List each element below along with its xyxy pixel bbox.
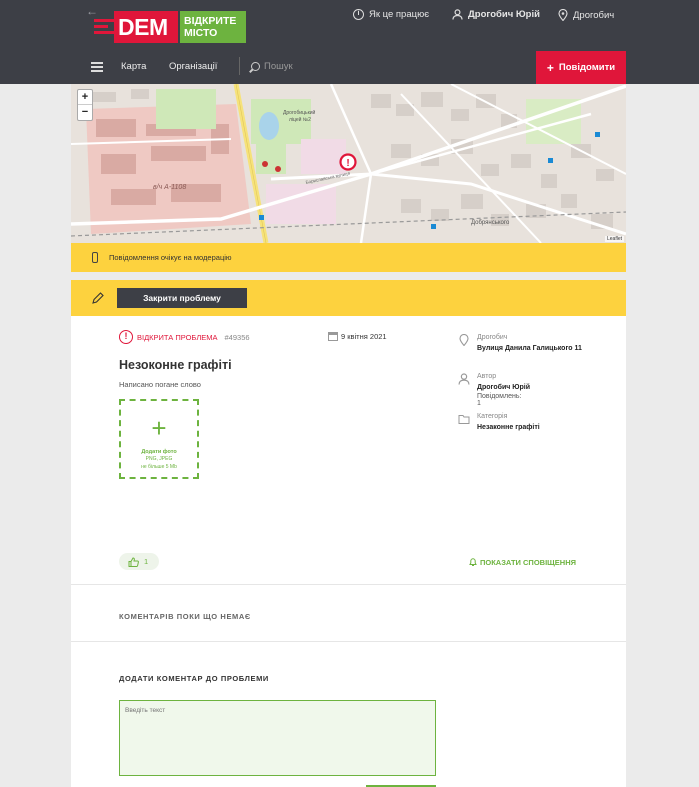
user-name: Дрогобич Юрій bbox=[468, 9, 540, 20]
map-zoom-control: + − bbox=[77, 89, 93, 121]
hamburger-menu-icon[interactable] bbox=[91, 62, 103, 74]
author-value[interactable]: Дрогобич Юрій bbox=[477, 383, 587, 392]
add-photo-label: Додати фото bbox=[141, 449, 177, 455]
moderation-banner: Повідомлення очікує на модерацію bbox=[71, 243, 626, 272]
alert-icon: ! bbox=[119, 330, 133, 344]
how-it-works-label: Як це працює bbox=[369, 9, 430, 20]
calendar-icon bbox=[328, 332, 338, 341]
svg-text:в/ч А-1108: в/ч А-1108 bbox=[153, 184, 186, 191]
city-name: Дрогобич bbox=[573, 9, 615, 21]
author-label: Автор bbox=[477, 373, 497, 380]
photo-formats: PNG, JPEG bbox=[145, 456, 173, 462]
logo-lines-icon bbox=[94, 19, 116, 35]
location-label: Дрогобич bbox=[477, 334, 508, 341]
divider bbox=[71, 584, 626, 585]
user-icon bbox=[452, 9, 463, 20]
edit-bar: Закрити проблему bbox=[71, 280, 626, 316]
location-value: Вулиця Данила Галицького 11 bbox=[477, 345, 582, 352]
logo-text: ВІДКРИТЕ МІСТО bbox=[180, 11, 246, 43]
problem-date: 9 квітня 2021 bbox=[328, 332, 387, 341]
svg-text:Добрянського: Добрянського bbox=[471, 220, 510, 226]
map-attribution[interactable]: Leaflet bbox=[604, 236, 624, 242]
logo-line2: МІСТО bbox=[184, 27, 218, 39]
folder-icon bbox=[458, 415, 470, 424]
thumbs-up-icon bbox=[128, 556, 139, 567]
city-selector[interactable]: Дрогобич bbox=[558, 9, 614, 21]
comment-input[interactable] bbox=[119, 700, 436, 776]
date-value: 9 квітня 2021 bbox=[341, 332, 387, 341]
close-problem-button[interactable]: Закрити проблему bbox=[117, 288, 247, 308]
add-photo-button[interactable]: + Додати фото PNG, JPEG не більше 5 Mb bbox=[119, 399, 199, 479]
problem-card: ! Відкрита проблема #49356 9 квітня 2021… bbox=[71, 316, 626, 787]
hourglass-icon bbox=[92, 252, 98, 263]
problem-map[interactable]: ! в/ч А-1108 Дрогобицький ліцей №2 Добря… bbox=[71, 84, 626, 243]
back-arrow-icon[interactable]: ← bbox=[86, 4, 98, 18]
divider bbox=[71, 641, 626, 642]
show-notifications-label: Показати сповіщення bbox=[480, 557, 577, 567]
problem-title: Незоконне графіті bbox=[119, 358, 232, 372]
pencil-icon bbox=[92, 292, 104, 304]
status-label: Відкрита проблема bbox=[137, 332, 218, 342]
top-header: ← DEM ВІДКРИТЕ МІСТО i Як це працює Дрог… bbox=[0, 0, 699, 84]
category-label: Категорія bbox=[477, 413, 508, 420]
like-count: 1 bbox=[144, 557, 149, 566]
zoom-in-button[interactable]: + bbox=[78, 90, 92, 105]
plus-icon: + bbox=[546, 60, 554, 75]
zoom-out-button[interactable]: − bbox=[78, 105, 92, 120]
add-comment-heading: Додати коментар до проблеми bbox=[119, 674, 269, 683]
nav-divider bbox=[239, 57, 240, 75]
photo-limit: не більше 5 Mb bbox=[141, 464, 177, 470]
report-button-label: Повідомити bbox=[558, 62, 616, 73]
nav-map[interactable]: Карта bbox=[121, 61, 146, 72]
location-pin-icon bbox=[459, 334, 469, 346]
user-icon bbox=[458, 373, 470, 385]
report-button[interactable]: + Повідомити bbox=[536, 51, 626, 84]
info-icon: i bbox=[353, 9, 364, 20]
map-tiles: ! в/ч А-1108 Дрогобицький ліцей №2 Добря… bbox=[71, 84, 626, 243]
no-comments-message: Коментарів поки що немає bbox=[119, 612, 251, 621]
author-messages: Повідомлень: 1 bbox=[477, 393, 522, 407]
logo-line1: ВІДКРИТЕ bbox=[184, 15, 237, 27]
problem-description: Написано погане слово bbox=[119, 380, 201, 389]
search-field[interactable]: Пошук bbox=[251, 61, 293, 72]
svg-text:Дрогобицький: Дрогобицький bbox=[283, 109, 316, 116]
logo-dem: DEM bbox=[114, 11, 178, 43]
like-button[interactable]: 1 bbox=[119, 553, 159, 570]
svg-text:!: ! bbox=[346, 158, 349, 169]
moderation-message: Повідомлення очікує на модерацію bbox=[109, 253, 232, 262]
user-menu[interactable]: Дрогобич Юрій bbox=[452, 9, 540, 20]
search-icon bbox=[251, 62, 260, 71]
problem-status: ! Відкрита проблема #49356 bbox=[119, 330, 250, 344]
nav-organizations[interactable]: Організації bbox=[169, 61, 217, 72]
category-value: Незаконне графіті bbox=[477, 424, 540, 431]
bell-icon bbox=[469, 558, 477, 566]
problem-id: #49356 bbox=[224, 332, 250, 342]
plus-icon: + bbox=[151, 413, 167, 443]
show-notifications-link[interactable]: Показати сповіщення bbox=[469, 557, 576, 567]
search-placeholder: Пошук bbox=[264, 61, 293, 72]
location-pin-icon bbox=[558, 9, 568, 21]
how-it-works-link[interactable]: i Як це працює bbox=[353, 9, 429, 20]
svg-text:ліцей №2: ліцей №2 bbox=[289, 116, 311, 123]
